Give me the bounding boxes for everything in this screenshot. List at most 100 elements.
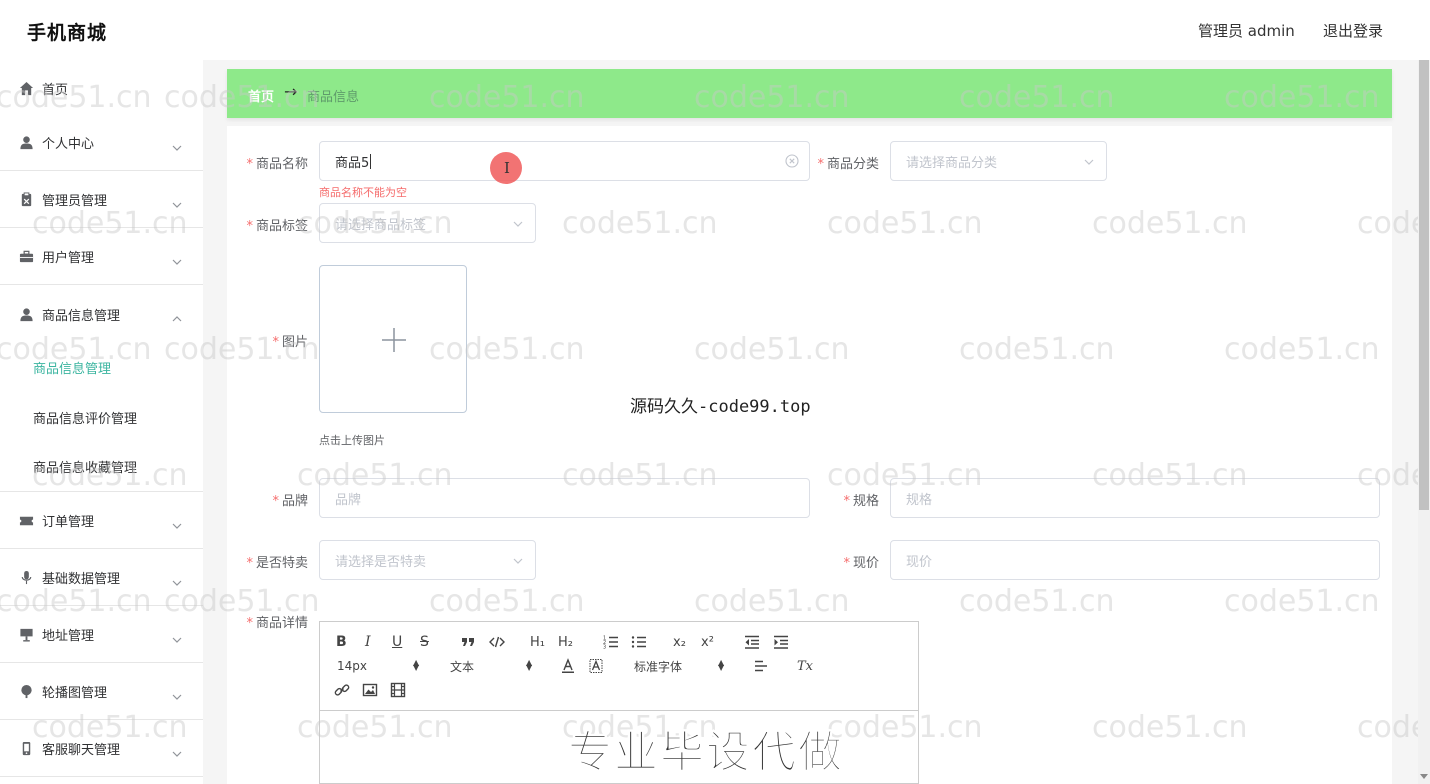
text-cursor-icon: I [504, 159, 510, 177]
breadcrumb-home-link[interactable]: 首页 [248, 86, 274, 105]
special-sale-select[interactable]: 请选择是否特卖 [319, 540, 536, 580]
sidebar-item-personal-center[interactable]: 个人中心 [0, 115, 203, 171]
chevron-down-icon [172, 138, 182, 151]
sidebar-item-basic-data[interactable]: 基础数据管理 [0, 550, 203, 606]
special-field-label: * 是否特卖 [246, 556, 308, 571]
editor-toolbar: B I U S H₁ H₂ 123 x₂ x² 14px ▲ ▼ 文本 ▲ ▼ 标准字体… [320, 622, 918, 711]
font-size-select[interactable]: 14px ▲ ▼ [337, 657, 419, 675]
special-placeholder: 请选择是否特卖 [335, 554, 427, 570]
mouse-cursor-highlight: I [490, 152, 522, 184]
sidebar-subitem-product-reviews[interactable]: 商品信息评价管理 [0, 392, 203, 442]
sidebar-item-product-management[interactable]: 商品信息管理 [0, 286, 203, 342]
brand-field-label: * 品牌 [272, 494, 308, 509]
chevron-down-icon [172, 687, 182, 700]
strikethrough-button[interactable]: S [420, 633, 429, 651]
sidebar-item-label: 管理员管理 [42, 194, 108, 209]
chevron-down-icon [172, 252, 182, 265]
brand-input[interactable]: 品牌 [319, 478, 810, 518]
product-name-input[interactable]: 商品5 [319, 141, 810, 181]
clear-input-icon[interactable] [785, 154, 799, 168]
background-color-icon[interactable] [588, 657, 604, 675]
sidebar-item-label: 客服聊天管理 [42, 743, 121, 758]
sidebar-item-address-management[interactable]: 地址管理 [0, 607, 203, 663]
italic-button[interactable]: I [365, 633, 371, 651]
briefcase-icon [18, 249, 34, 265]
clear-format-button[interactable]: Tx [797, 657, 813, 675]
image-upload-button[interactable] [319, 265, 467, 413]
sidebar-item-order-management[interactable]: 订单管理 [0, 493, 203, 549]
subscript-button[interactable]: x₂ [673, 633, 686, 651]
sidebar-item-user-management[interactable]: 用户管理 [0, 229, 203, 285]
spec-input[interactable]: 规格 [890, 478, 1380, 518]
breadcrumb-current: 商品信息 [307, 90, 360, 105]
breadcrumb-arrow-icon: → [284, 82, 298, 101]
current-user-label: 管理员 admin [1198, 22, 1295, 40]
sidebar-item-home[interactable]: 首页 [0, 60, 203, 116]
bullet-list-icon[interactable] [631, 633, 647, 651]
outdent-icon[interactable] [744, 633, 760, 651]
user-icon [18, 306, 34, 322]
link-icon[interactable] [334, 681, 350, 699]
text-caret [370, 153, 372, 169]
font-color-icon[interactable] [560, 657, 576, 675]
font-family-select[interactable]: 标准字体 ▲ ▼ [634, 657, 724, 675]
price-placeholder: 现价 [906, 554, 933, 570]
code-block-icon[interactable] [489, 633, 505, 651]
sidebar-item-customer-chat[interactable]: 客服聊天管理 [0, 721, 203, 777]
superscript-button[interactable]: x² [701, 633, 714, 651]
sidebar-item-carousel-management[interactable]: 轮播图管理 [0, 664, 203, 720]
detail-field-label: * 商品详情 [246, 616, 308, 631]
sidebar-item-label: 地址管理 [42, 629, 95, 644]
heading-1-button[interactable]: H₁ [530, 633, 545, 651]
ordered-list-icon[interactable]: 123 [603, 633, 619, 651]
brush-icon [18, 684, 34, 700]
sidebar-subitem-product-info[interactable]: 商品信息管理 [0, 342, 203, 392]
home-icon [18, 80, 34, 96]
price-field-label: * 现价 [843, 556, 879, 571]
chevron-down-icon [172, 744, 182, 757]
chevron-up-icon [172, 309, 182, 322]
indent-icon[interactable] [773, 633, 789, 651]
bold-button[interactable]: B [336, 633, 347, 651]
scrollbar-thumb[interactable] [1419, 60, 1429, 510]
phone-icon [18, 741, 34, 757]
underline-button[interactable]: U [392, 633, 402, 651]
chevron-down-icon [172, 573, 182, 586]
sidebar-item-label: 商品信息管理 [42, 308, 121, 324]
sidebar-subitem-label: 商品信息管理 [33, 361, 112, 377]
sidebar-item-label: 轮播图管理 [42, 686, 108, 701]
app-title: 手机商城 [27, 22, 108, 44]
image-field-label: * 图片 [272, 335, 308, 350]
price-input[interactable]: 现价 [890, 540, 1380, 580]
center-watermark: 源码久久-code99.top [630, 397, 811, 417]
sidebar-item-admin-management[interactable]: 管理员管理 [0, 172, 203, 228]
category-placeholder: 请选择商品分类 [906, 155, 998, 171]
category-select[interactable]: 请选择商品分类 [890, 141, 1107, 181]
align-icon[interactable] [753, 657, 769, 675]
spec-field-label: * 规格 [843, 494, 879, 509]
brand-placeholder: 品牌 [335, 492, 362, 508]
tag-field-label: * 商品标签 [246, 219, 308, 234]
chevron-down-icon [172, 195, 182, 208]
sidebar-subitem-label: 商品信息评价管理 [33, 411, 138, 427]
upload-tip: 点击上传图片 [319, 434, 385, 447]
page-scrollbar[interactable] [1418, 60, 1430, 784]
ticket-icon [18, 513, 34, 529]
clipboard-icon [18, 192, 34, 208]
heading-2-button[interactable]: H₂ [558, 633, 573, 651]
paragraph-format-select[interactable]: 文本 ▲ ▼ [450, 657, 532, 675]
chevron-down-icon [172, 630, 182, 643]
sidebar-item-label: 个人中心 [42, 137, 95, 152]
video-icon[interactable] [390, 681, 406, 699]
chevron-down-icon [1084, 156, 1094, 166]
plus-icon [382, 328, 406, 352]
sidebar-subitem-product-favorites[interactable]: 商品信息收藏管理 [0, 442, 203, 492]
microphone-icon [18, 570, 34, 586]
blockquote-icon[interactable] [460, 633, 476, 651]
top-bar: 手机商城 管理员 admin 退出登录 [0, 0, 1430, 60]
tag-select[interactable]: 请选择商品标签 [319, 203, 536, 243]
sidebar-item-label: 订单管理 [42, 515, 95, 530]
image-icon[interactable] [362, 681, 378, 699]
large-watermark: 专业毕设代做 [568, 727, 844, 779]
logout-link[interactable]: 退出登录 [1323, 20, 1383, 41]
